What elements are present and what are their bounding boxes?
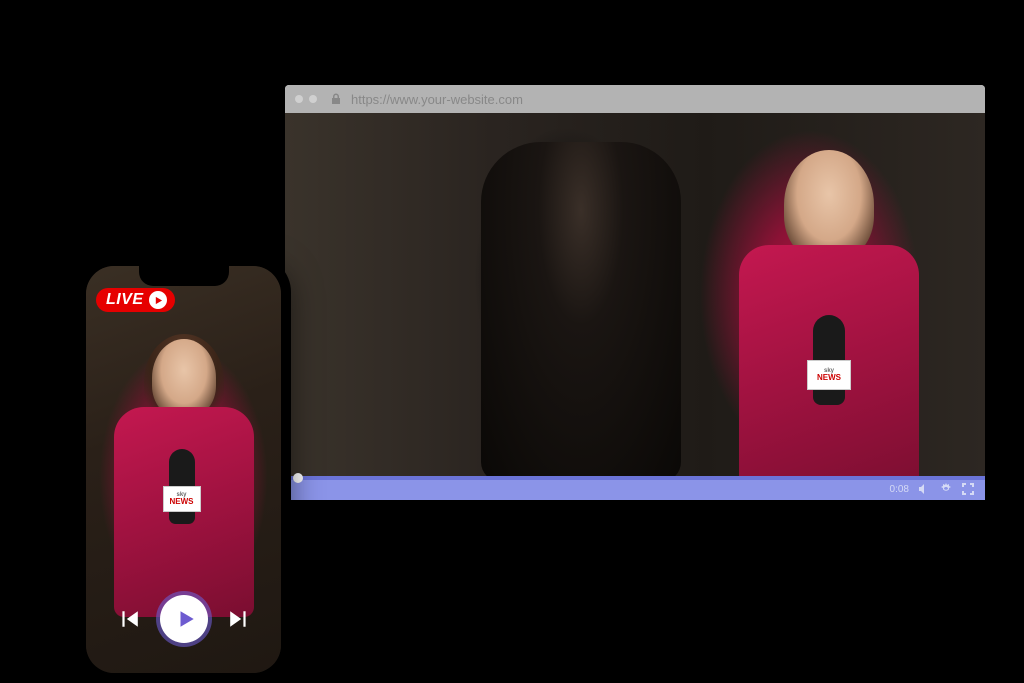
progress-track[interactable] [285, 476, 985, 480]
live-label: LIVE [106, 291, 144, 309]
next-button[interactable] [228, 608, 250, 630]
traffic-light-close[interactable] [295, 95, 303, 103]
phone-mic-brand-bottom: NEWS [170, 498, 194, 506]
volume-icon[interactable] [917, 482, 931, 496]
microphone: sky NEWS [813, 315, 845, 405]
phone-player-controls [118, 595, 250, 643]
progress-thumb[interactable] [293, 473, 303, 483]
live-badge: LIVE [96, 288, 175, 312]
fullscreen-icon[interactable] [961, 482, 975, 496]
browser-chrome-bar: https://www.your-website.com [285, 85, 985, 113]
video-scene-cameraman [481, 142, 681, 478]
phone-mockup: sky NEWS LIVE [76, 256, 291, 683]
phone-microphone: sky NEWS [169, 449, 195, 524]
play-button[interactable] [160, 595, 208, 643]
phone-scene-reporter: sky NEWS [109, 339, 259, 619]
phone-mic-flag: sky NEWS [163, 486, 201, 512]
mic-flag: sky NEWS [807, 360, 851, 390]
video-scene-reporter: sky NEWS [729, 150, 929, 479]
settings-icon[interactable] [939, 482, 953, 496]
video-viewport[interactable]: sky NEWS [285, 113, 985, 478]
traffic-light-minimize[interactable] [309, 95, 317, 103]
phone-screen[interactable]: sky NEWS LIVE [86, 266, 281, 673]
live-play-icon [149, 291, 167, 309]
player-time: 0:08 [890, 484, 909, 495]
url-text[interactable]: https://www.your-website.com [351, 92, 523, 107]
previous-button[interactable] [118, 608, 140, 630]
video-player-controls: 0:08 [285, 478, 985, 500]
lock-icon [331, 93, 341, 105]
browser-window: https://www.your-website.com sky NEWS 0:… [285, 85, 985, 500]
phone-notch [139, 266, 229, 286]
mic-brand-bottom: NEWS [817, 374, 841, 382]
